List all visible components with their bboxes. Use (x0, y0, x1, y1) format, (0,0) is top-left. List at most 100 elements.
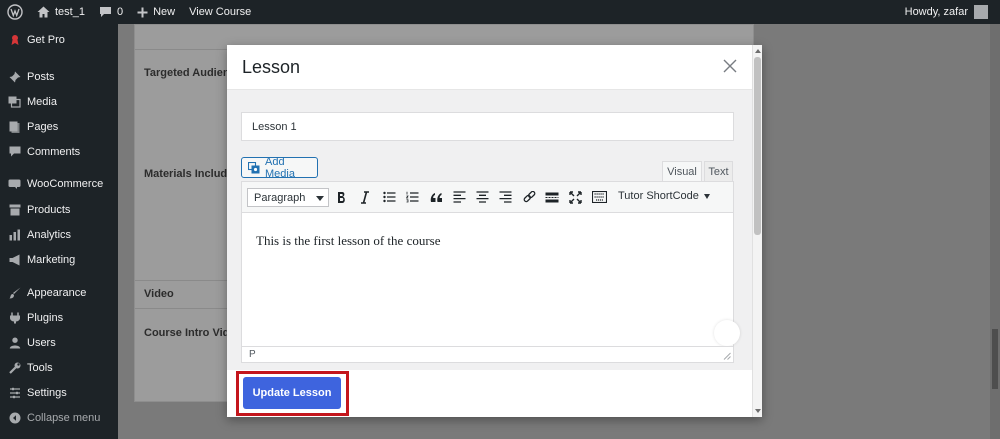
view-course-label: View Course (189, 6, 252, 18)
sidebar-item-pages[interactable]: Pages (0, 115, 118, 139)
sidebar-item-label: Collapse menu (27, 412, 101, 424)
align-center-icon[interactable] (474, 189, 490, 205)
pin-icon (8, 71, 21, 84)
collapse-menu-button[interactable]: Collapse menu (0, 406, 118, 430)
blockquote-icon[interactable] (428, 189, 444, 205)
format-select-value: Paragraph (254, 191, 306, 204)
resize-handle-icon[interactable] (723, 352, 731, 360)
read-more-icon[interactable] (544, 189, 560, 205)
view-course-link[interactable]: View Course (182, 0, 258, 24)
plugin-icon (8, 312, 21, 325)
align-left-icon[interactable] (451, 189, 467, 205)
paragraph-format-select[interactable]: Paragraph (247, 188, 329, 207)
tutor-shortcode-dropdown[interactable]: Tutor ShortCode (618, 190, 710, 202)
comment-icon (8, 146, 21, 159)
sidebar-item-label: Marketing (27, 254, 76, 266)
fullscreen-icon[interactable] (567, 189, 583, 205)
sidebar-item-plugins[interactable]: Plugins (0, 306, 118, 330)
media-icon (8, 96, 21, 109)
page-scrollbar[interactable] (990, 24, 1000, 439)
align-right-icon[interactable] (497, 189, 513, 205)
sidebar-item-label: WooCommerce (27, 178, 104, 190)
lesson-title-input[interactable] (241, 112, 734, 141)
materials-included-label: Materials Included (144, 168, 240, 180)
element-path[interactable]: P (249, 349, 256, 360)
sidebar-item-media[interactable]: Media (0, 90, 118, 114)
users-icon (8, 337, 21, 350)
video-section-label: Video (144, 288, 174, 300)
sidebar-item-label: Settings (27, 387, 67, 399)
site-name-link[interactable]: test_1 (30, 0, 92, 24)
update-lesson-button[interactable]: Update Lesson (243, 377, 341, 409)
media-icon (247, 161, 260, 174)
modal-scrollbar[interactable] (752, 45, 762, 417)
tab-visual[interactable]: Visual (662, 161, 702, 182)
brush-icon (8, 287, 21, 300)
modal-title: Lesson (242, 57, 301, 77)
greeting: Howdy, zafar (904, 6, 968, 18)
chevron-down-icon (316, 196, 324, 201)
sidebar-item-users[interactable]: Users (0, 331, 118, 355)
comments-link[interactable]: 0 (92, 0, 130, 24)
numbered-list-icon[interactable] (404, 189, 420, 205)
bulleted-list-icon[interactable] (381, 189, 397, 205)
sidebar-item-label: Tools (27, 362, 53, 374)
scroll-up-icon[interactable] (755, 49, 761, 53)
sidebar-item-label: Analytics (27, 229, 72, 241)
lesson-modal: Lesson Add Media Visual Text Paragraph (227, 45, 762, 417)
sidebar-item-label: Comments (27, 146, 81, 158)
chevron-down-icon (703, 193, 710, 199)
woocommerce-icon (8, 178, 21, 191)
plus-icon (137, 7, 148, 17)
collapse-icon (8, 412, 21, 425)
editor-statusbar: P (242, 346, 733, 362)
sidebar-item-label: Pages (27, 121, 59, 133)
editor-overlay-bubble (714, 320, 740, 346)
sidebar-item-marketing[interactable]: Marketing (0, 248, 118, 272)
modal-footer: Update Lesson (227, 370, 752, 417)
close-icon[interactable] (721, 57, 739, 75)
sidebar-item-analytics[interactable]: Analytics (0, 223, 118, 247)
archive-icon (8, 204, 21, 217)
new-content-link[interactable]: New (130, 0, 182, 24)
comments-count: 0 (116, 6, 124, 18)
my-account[interactable]: Howdy, zafar (905, 5, 1000, 19)
sidebar-item-label: Products (27, 204, 71, 216)
sidebar-item-posts[interactable]: Posts (0, 65, 118, 89)
chart-bar-icon (8, 229, 21, 242)
lesson-content-editor: Paragraph Tutor ShortCode This is the fi… (241, 181, 740, 363)
admin-sidebar: Get Pro Posts Media Pages Comments WooCo… (0, 24, 118, 439)
sidebar-item-tools[interactable]: Tools (0, 356, 118, 380)
scrollbar-thumb[interactable] (754, 57, 761, 235)
sidebar-item-get-pro[interactable]: Get Pro (0, 28, 118, 52)
scroll-down-icon[interactable] (755, 409, 761, 413)
sidebar-item-settings[interactable]: Settings (0, 381, 118, 405)
sidebar-item-label: Appearance (27, 287, 87, 299)
italic-icon[interactable] (357, 189, 373, 205)
sidebar-item-label: Posts (27, 71, 55, 83)
sidebar-item-appearance[interactable]: Appearance (0, 281, 118, 305)
home-icon (37, 6, 50, 18)
sidebar-item-label: Users (27, 337, 56, 349)
wordpress-logo-icon[interactable] (0, 0, 30, 24)
shortcode-label: Tutor ShortCode (618, 190, 699, 202)
editor-content-text[interactable]: This is the first lesson of the course (256, 233, 441, 249)
megaphone-icon (8, 254, 21, 267)
add-media-label: Add Media (265, 155, 295, 180)
link-icon[interactable] (521, 189, 537, 205)
bold-icon[interactable] (334, 189, 350, 205)
settings-icon (8, 387, 21, 400)
keyboard-icon[interactable] (591, 189, 607, 205)
add-media-button[interactable]: Add Media (241, 155, 318, 180)
sidebar-item-label: Plugins (27, 312, 64, 324)
sidebar-item-products[interactable]: Products (0, 198, 118, 222)
sidebar-item-comments[interactable]: Comments (0, 140, 118, 164)
modal-header: Lesson (227, 45, 752, 90)
get-pro-icon (8, 34, 21, 47)
wrench-icon (8, 362, 21, 375)
admin-bar: test_1 0 New View Course Howdy, zafar (0, 0, 1000, 24)
new-label: New (153, 6, 176, 18)
tab-text[interactable]: Text (704, 161, 733, 182)
avatar (974, 5, 988, 19)
sidebar-item-woocommerce[interactable]: WooCommerce (0, 172, 118, 196)
